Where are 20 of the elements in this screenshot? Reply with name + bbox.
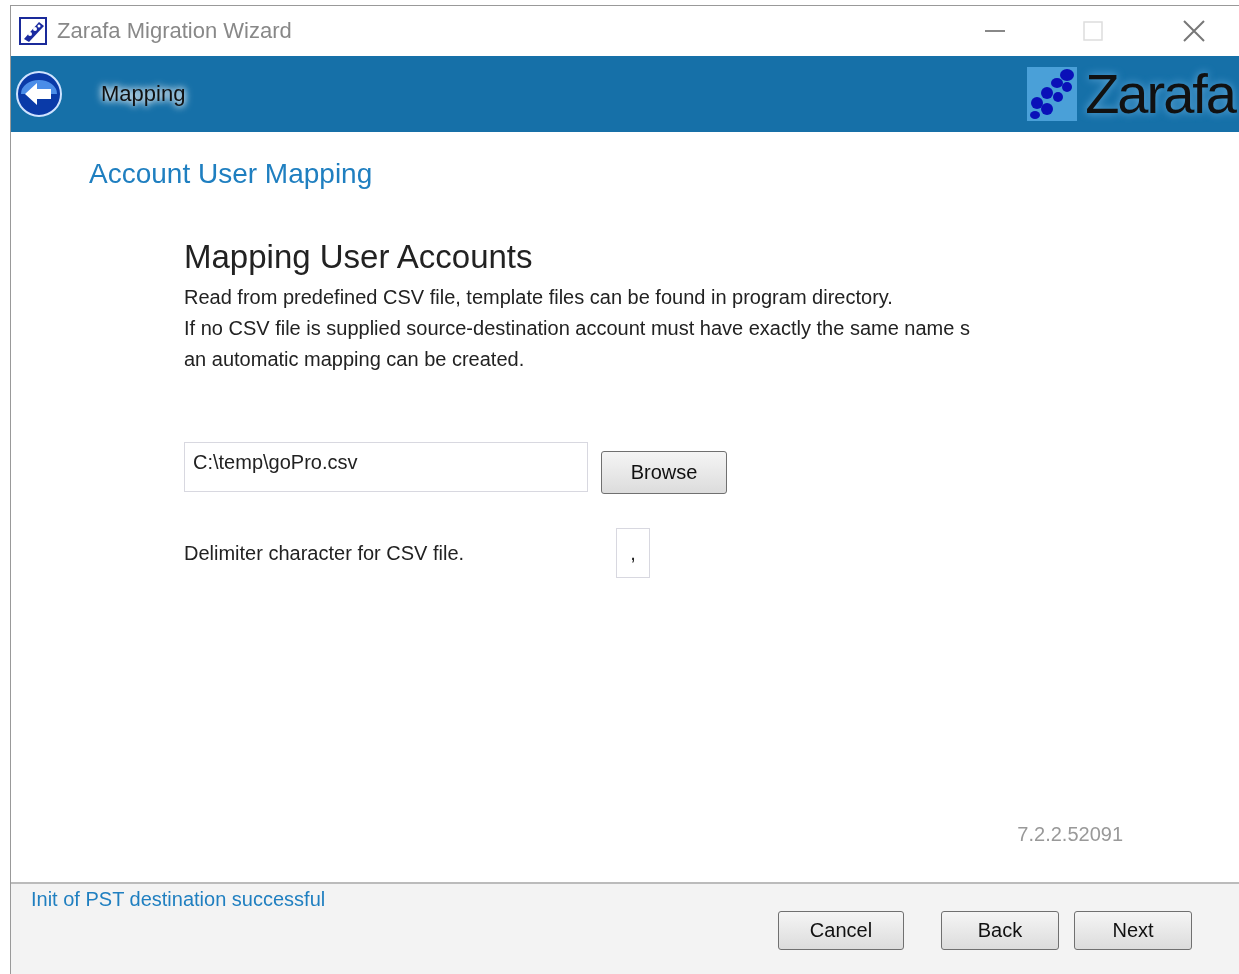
wizard-button[interactable]: Next <box>1074 911 1192 950</box>
description-line: an automatic mapping can be created. <box>184 347 526 372</box>
file-path-field[interactable]: C:\temp\goPro.csv <box>184 441 588 492</box>
description-line: Read from predefined CSV file, template files can be found in program directory. <box>184 285 894 310</box>
browse-button[interactable]: Browse <box>601 451 727 494</box>
delimiter-label: Delimiter character for CSV file. <box>184 541 466 565</box>
wizard-button[interactable]: Back <box>941 911 1059 950</box>
page-heading: Mapping User Accounts <box>184 238 534 276</box>
window-title: Zarafa Migration Wizard <box>57 18 292 44</box>
section-title: Account User Mapping <box>89 158 374 190</box>
close-icon[interactable] <box>1183 20 1205 42</box>
version-text: 7.2.2.52091 <box>1017 823 1123 846</box>
step-title: Mapping <box>100 80 187 108</box>
logo-icon <box>1025 65 1080 123</box>
app-icon <box>19 17 47 45</box>
wizard-button[interactable]: Cancel <box>778 911 904 950</box>
logo-text: Zarafa <box>1085 66 1235 122</box>
status-message: Init of PST destination successful <box>31 888 326 911</box>
delimiter-field[interactable]: , <box>616 528 650 578</box>
description-line: If no CSV file is supplied source-destination account must have exactly the same name s <box>184 316 971 341</box>
